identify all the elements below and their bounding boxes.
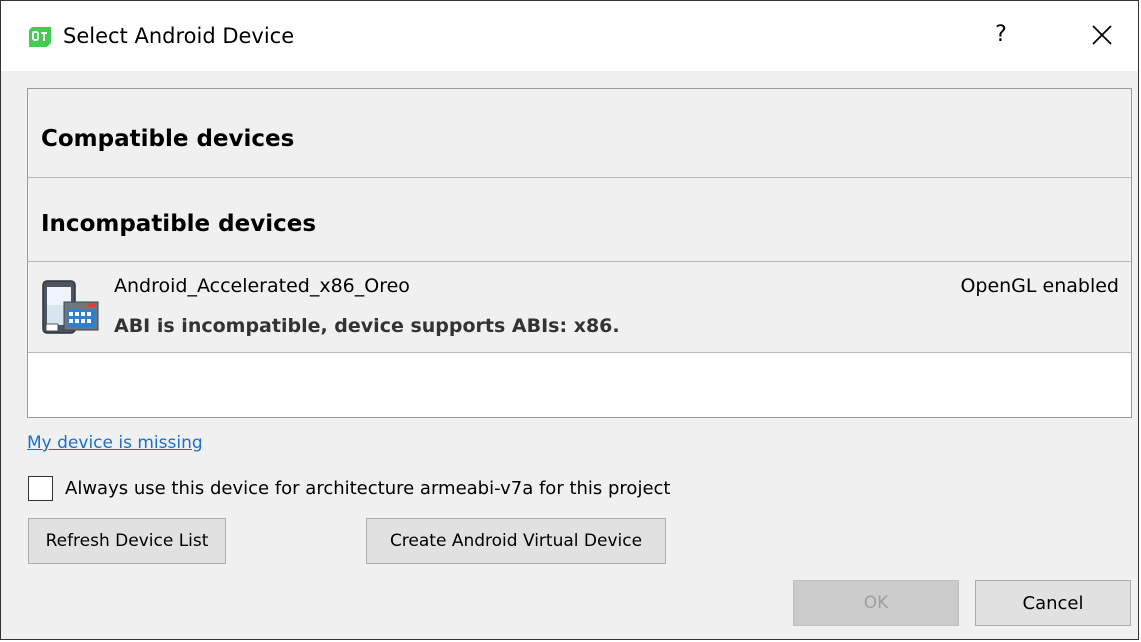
title-bar: Select Android Device ? <box>1 1 1138 71</box>
refresh-device-list-button[interactable]: Refresh Device List <box>28 518 226 564</box>
device-incompatibility-message: ABI is incompatible, device supports ABI… <box>114 315 620 337</box>
device-list[interactable]: Compatible devices Incompatible devices <box>27 88 1132 418</box>
group-header-incompatible: Incompatible devices <box>28 178 1131 262</box>
close-icon[interactable] <box>1086 19 1118 51</box>
device-status: OpenGL enabled <box>960 275 1119 297</box>
qt-creator-icon <box>29 27 51 47</box>
ok-button[interactable]: OK <box>793 580 959 626</box>
dialog-title: Select Android Device <box>63 24 295 48</box>
always-use-checkbox[interactable] <box>28 476 53 501</box>
group-header-compatible: Compatible devices <box>28 89 1131 178</box>
device-row[interactable]: Android_Accelerated_x86_Oreo OpenGL enab… <box>28 262 1131 353</box>
help-button[interactable]: ? <box>986 17 1016 53</box>
cancel-button[interactable]: Cancel <box>975 580 1131 626</box>
emulator-device-icon <box>42 280 99 334</box>
my-device-missing-link[interactable]: My device is missing <box>27 431 203 455</box>
create-avd-button[interactable]: Create Android Virtual Device <box>366 518 666 564</box>
select-device-dialog: Select Android Device ? Compatible devic… <box>0 0 1139 640</box>
always-use-label: Always use this device for architecture … <box>65 478 671 499</box>
device-name: Android_Accelerated_x86_Oreo <box>114 275 410 297</box>
